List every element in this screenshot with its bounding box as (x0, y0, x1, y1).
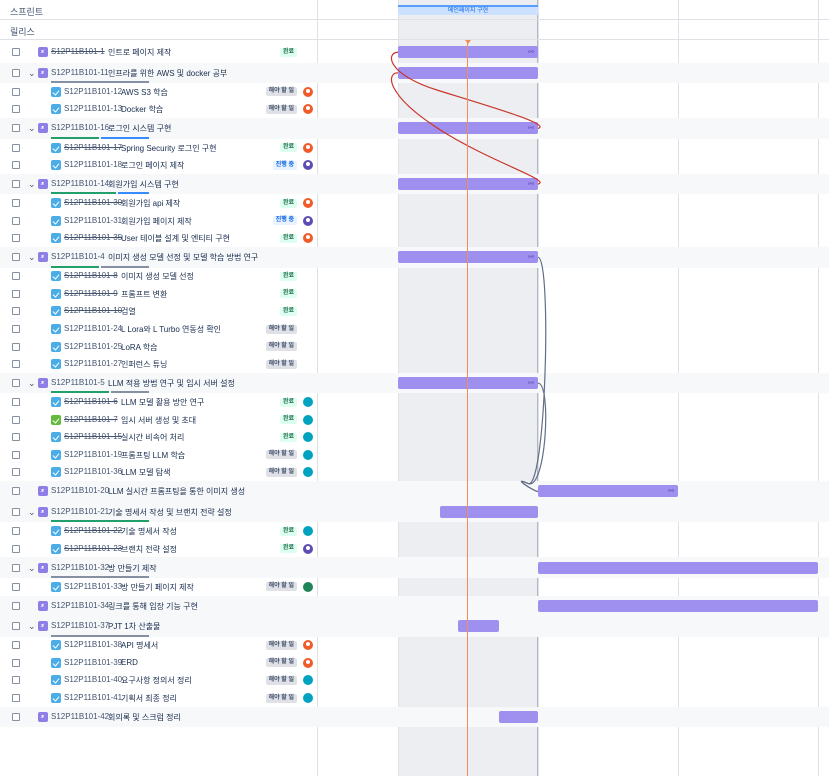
dependency-lines (390, 51, 547, 493)
timeline-view: 스프린트 메인페이지 구현 릴리스 S12P11B101-1 인트로 페이지 제작… (0, 0, 829, 776)
dependency-line[interactable] (390, 51, 541, 130)
today-marker (467, 40, 468, 776)
dependency-line[interactable] (520, 382, 547, 493)
today-marker-cap (465, 40, 471, 44)
dependency-line[interactable] (390, 72, 541, 185)
